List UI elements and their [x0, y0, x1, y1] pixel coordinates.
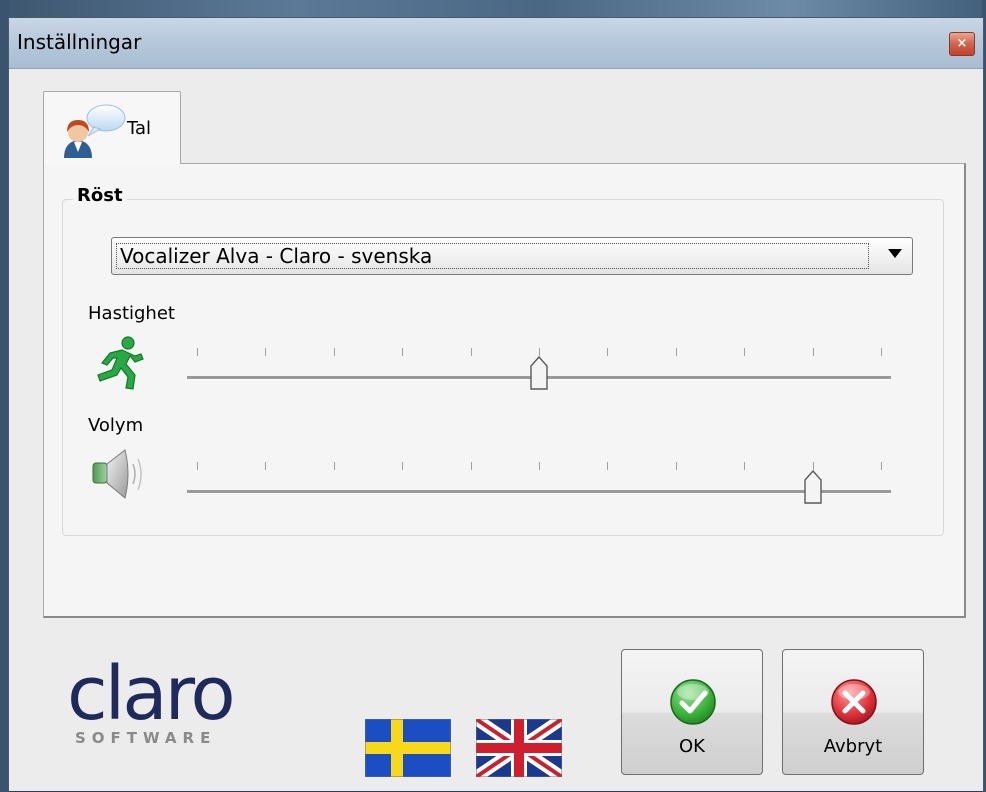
- voice-groupbox: Röst Vocalizer Alva - Claro - svenska Ha…: [62, 185, 944, 536]
- volume-slider-track[interactable]: [187, 490, 891, 494]
- cancel-x-icon: [831, 679, 877, 725]
- settings-dialog: Inställningar × Tal Röst Vocalizer Alva …: [8, 17, 984, 791]
- running-man-icon: [97, 336, 144, 390]
- speed-label: Hastighet: [88, 303, 175, 324]
- speed-slider-tick: [881, 348, 882, 356]
- volume-slider-ticks: [187, 462, 891, 472]
- ok-button-label: OK: [679, 736, 705, 757]
- window-title: Inställningar: [17, 30, 142, 54]
- claro-logo: claro SOFTWARE: [67, 651, 236, 747]
- speed-slider-tick: [676, 348, 677, 356]
- speed-slider-tick: [265, 348, 266, 356]
- title-bar[interactable]: Inställningar ×: [9, 18, 983, 69]
- volume-slider[interactable]: [187, 462, 891, 522]
- volume-slider-tick: [539, 462, 540, 470]
- cancel-button-label: Avbryt: [823, 736, 883, 757]
- close-icon: ×: [956, 36, 968, 51]
- speed-slider-tick: [334, 348, 335, 356]
- speed-slider-tick: [813, 348, 814, 356]
- speed-slider[interactable]: [187, 348, 891, 408]
- tab-label: Tal: [127, 118, 152, 139]
- voice-group-title: Röst: [73, 185, 127, 206]
- desktop-background: [0, 0, 986, 18]
- british-flag-icon[interactable]: [476, 719, 562, 777]
- volume-label: Volym: [88, 415, 144, 436]
- volume-slider-tick: [744, 462, 745, 470]
- speed-slider-tick: [197, 348, 198, 356]
- speed-slider-thumb[interactable]: [530, 356, 548, 390]
- ok-button[interactable]: OK: [621, 649, 763, 775]
- volume-slider-tick: [334, 462, 335, 470]
- logo-wordmark: claro: [67, 651, 236, 737]
- volume-slider-tick: [265, 462, 266, 470]
- speed-slider-tick: [402, 348, 403, 356]
- chevron-down-icon[interactable]: [888, 249, 902, 258]
- dialog-body: Tal Röst Vocalizer Alva - Claro - svensk…: [9, 69, 983, 791]
- volume-slider-thumb[interactable]: [804, 470, 822, 504]
- tab-panel-tal: Röst Vocalizer Alva - Claro - svenska Ha…: [43, 163, 966, 618]
- volume-slider-tick: [813, 462, 814, 470]
- speed-slider-tick: [471, 348, 472, 356]
- checkmark-icon: [670, 679, 716, 725]
- voice-select[interactable]: Vocalizer Alva - Claro - svenska: [111, 237, 913, 275]
- close-button[interactable]: ×: [949, 32, 975, 56]
- volume-slider-tick: [402, 462, 403, 470]
- speed-slider-tick: [539, 348, 540, 356]
- volume-slider-tick: [607, 462, 608, 470]
- tab-joint: [44, 163, 180, 165]
- person-speech-bubble-icon: [64, 104, 126, 158]
- volume-slider-tick: [881, 462, 882, 470]
- logo-subtitle: SOFTWARE: [75, 729, 217, 747]
- voice-select-value: Vocalizer Alva - Claro - svenska: [116, 243, 869, 269]
- speaker-icon: [92, 449, 142, 499]
- volume-slider-tick: [197, 462, 198, 470]
- volume-slider-tick: [471, 462, 472, 470]
- volume-slider-tick: [676, 462, 677, 470]
- swedish-flag-icon[interactable]: [365, 719, 451, 777]
- speed-slider-tick: [744, 348, 745, 356]
- tab-tal[interactable]: Tal: [43, 91, 181, 165]
- speed-slider-tick: [607, 348, 608, 356]
- cancel-button[interactable]: Avbryt: [782, 649, 924, 775]
